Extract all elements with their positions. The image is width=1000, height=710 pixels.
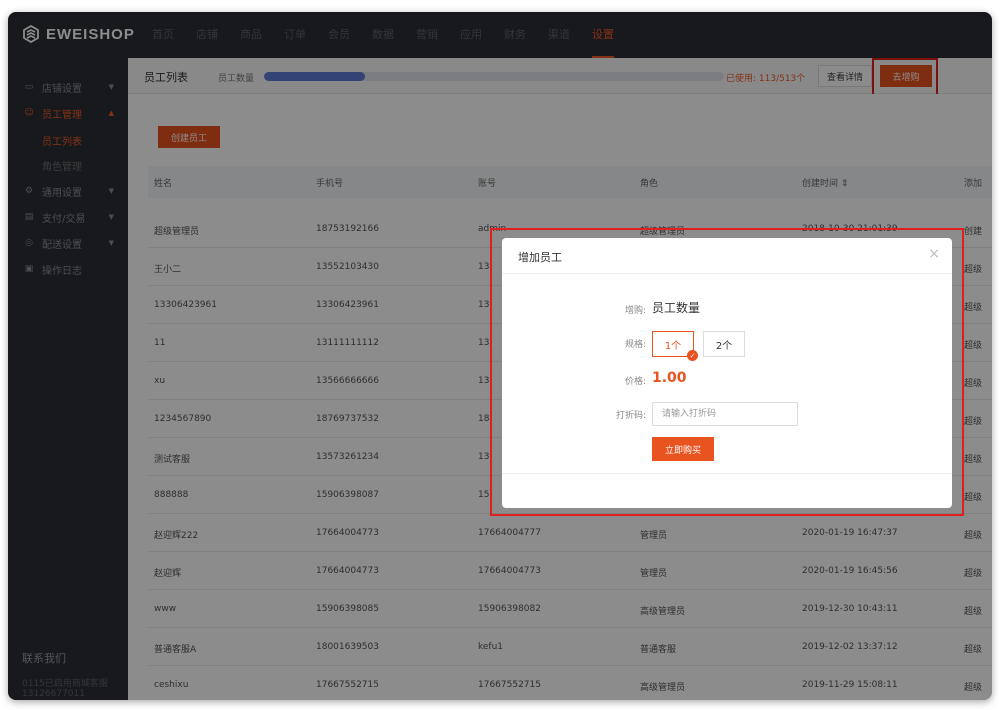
spec-label: 规格: [624,340,646,350]
spec-option-label: 1个 [664,340,682,352]
spec-option-2[interactable]: 2个 [703,331,745,357]
buy-now-button[interactable]: 立即购买 [652,437,714,461]
product-value: 员工数量 [652,301,701,315]
modal-footer-divider [502,473,952,474]
app-window: EWEISHOP 首页 店铺 商品 订单 会员 数据 营销 应用 财务 渠道 设置 ▭ 店铺设置 ▼… [8,12,992,700]
modal-title: 增加员工 [518,251,562,264]
price-label: 价格: [624,377,646,387]
price-value: 1.00 [652,370,687,386]
add-staff-modal: 增加员工 × 增购: 员工数量 规格: 1个 ✓ 2个 价格: 1.00 打折码… [502,238,952,508]
product-label: 增购: [624,306,646,316]
spec-option-label: 2个 [715,340,733,352]
discount-code-label: 打折码: [615,411,646,421]
spec-option-1[interactable]: 1个 ✓ [652,331,698,361]
discount-code-input[interactable] [652,402,798,426]
close-icon[interactable]: × [928,246,940,262]
check-icon: ✓ [687,350,698,361]
modal-header: 增加员工 × [502,238,952,274]
